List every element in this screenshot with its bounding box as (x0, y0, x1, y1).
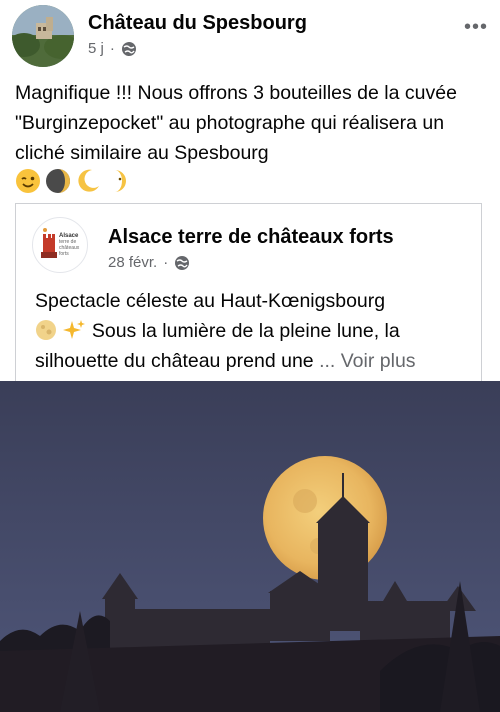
page-avatar[interactable] (12, 5, 74, 67)
shared-text-line-3-content: silhouette du château prend une (35, 350, 314, 372)
crescent-moon-icon (78, 169, 99, 192)
shared-post-card[interactable]: Alsace terre de châteaux forts Alsace te… (15, 203, 482, 382)
globe-icon (121, 41, 136, 56)
shared-meta-separator: · (163, 254, 169, 271)
post-header: Château du Spesbourg 5 j · ••• (0, 0, 500, 70)
castle-logo-icon: Alsace terre de châteaux forts (41, 228, 80, 258)
sparkles-icon (63, 320, 86, 339)
post-time[interactable]: 5 j (88, 40, 104, 57)
new-moon-face-icon (46, 169, 70, 193)
page-name[interactable]: Château du Spesbourg (88, 12, 307, 35)
more-options-icon[interactable]: ••• (464, 16, 488, 39)
shared-text-line-2-content: Sous la lumière de la pleine lune, la (91, 320, 400, 342)
shared-text-line-1: Spectacle céleste au Haut-Kœnigsbourg (35, 290, 386, 312)
see-more-link[interactable]: Voir plus (341, 350, 416, 372)
post-meta: 5 j · (88, 40, 137, 57)
first-quarter-moon-face-icon (115, 170, 126, 192)
shared-page-name[interactable]: Alsace terre de châteaux forts (108, 226, 394, 249)
full-moon-icon (36, 320, 56, 340)
shared-text-line-2: Sous la lumière de la pleine lune, la (35, 316, 475, 346)
shared-post-time[interactable]: 28 févr. (108, 254, 157, 271)
meta-separator: · (109, 40, 115, 57)
winking-face-icon (16, 169, 40, 193)
post-emoji-row (15, 168, 131, 196)
logo-text-4: forts (59, 251, 69, 257)
globe-icon (175, 255, 190, 270)
castle-avatar-image (12, 5, 74, 67)
post-text: Magnifique !!! Nous offrons 3 bouteilles… (15, 82, 457, 164)
shared-post-text: Spectacle céleste au Haut-Kœnigsbourg So… (35, 286, 475, 376)
castle-full-moon-photo[interactable] (0, 381, 500, 712)
shared-text-line-3: silhouette du château prend une ... Voir… (35, 346, 475, 376)
ellipsis: ... (319, 350, 336, 372)
shared-page-logo[interactable]: Alsace terre de châteaux forts (32, 217, 88, 273)
shared-post-meta: 28 févr. · (108, 254, 190, 271)
